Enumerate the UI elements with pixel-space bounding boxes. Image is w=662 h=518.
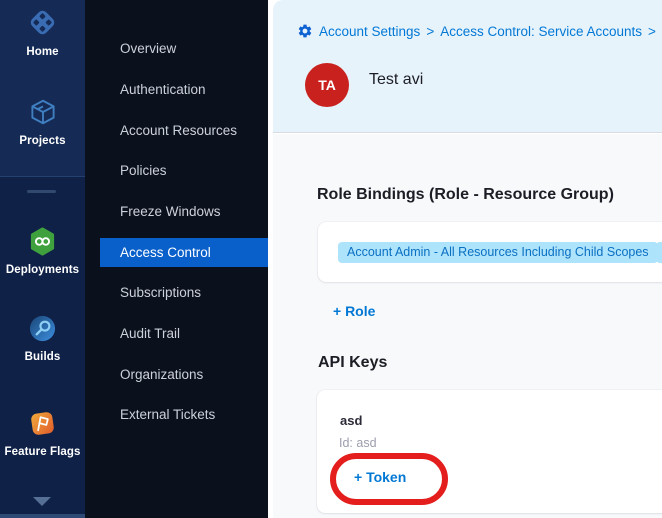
builds-magnifier-icon [28,314,57,348]
sidebar-item-organizations[interactable]: Organizations [85,360,268,389]
sidebar-item-deployments[interactable]: Deployments [0,227,85,276]
role-binding-chip-overflow[interactable] [656,242,662,263]
sidebar-item-label: Home [0,46,85,58]
sidebar-bottom-accent [0,514,85,518]
page-header: Account Settings > Access Control: Servi… [273,0,662,133]
sidebar-item-audit-trail[interactable]: Audit Trail [85,319,268,348]
api-key-name: asd [340,413,362,428]
sidebar-item-builds[interactable]: Builds [0,314,85,363]
sidebar-item-overview[interactable]: Overview [85,34,268,63]
add-token-button[interactable]: + Token [354,469,406,485]
breadcrumb-separator: > [426,24,434,39]
breadcrumb-access-control-service-accounts[interactable]: Access Control: Service Accounts [440,24,642,39]
sidebar-item-label: Feature Flags [0,446,85,458]
harness-home-icon [27,7,58,43]
api-key-id: Id: asd [339,436,377,450]
api-key-card: asd Id: asd + Token [317,390,662,513]
deployments-infinity-icon [28,227,57,261]
module-sidebar: Home Projects Deplo [0,0,85,518]
sidebar-item-subscriptions[interactable]: Subscriptions [85,278,268,307]
gear-icon [297,23,313,39]
breadcrumb: Account Settings > Access Control: Servi… [297,23,656,39]
feature-flag-icon [28,409,57,443]
sidebar-item-projects[interactable]: Projects [0,97,85,147]
sidebar-divider [27,190,56,193]
sidebar-item-external-tickets[interactable]: External Tickets [85,400,268,429]
sidebar-item-account-resources[interactable]: Account Resources [85,116,268,145]
sidebar-item-label: Builds [0,351,85,363]
add-role-button[interactable]: + Role [333,303,375,319]
breadcrumb-account-settings[interactable]: Account Settings [319,24,420,39]
chevron-down-icon[interactable] [33,497,51,506]
sidebar-item-feature-flags[interactable]: Feature Flags [0,409,85,458]
main-content: Account Settings > Access Control: Servi… [268,0,662,518]
sidebar-item-freeze-windows[interactable]: Freeze Windows [85,197,268,226]
main-body: Role Bindings (Role - Resource Group) Ac… [273,134,662,518]
api-keys-heading: API Keys [318,354,387,372]
role-binding-chip[interactable]: Account Admin - All Resources Including … [338,242,658,263]
settings-sidebar: Overview Authentication Account Resource… [85,0,268,518]
role-bindings-card: Account Admin - All Resources Including … [318,222,662,282]
sidebar-item-label: Deployments [0,264,85,276]
harness-account-settings-page: Home Projects Deplo [0,0,662,518]
breadcrumb-separator: > [648,24,656,39]
role-bindings-heading: Role Bindings (Role - Resource Group) [317,186,614,204]
sidebar-item-access-control[interactable]: Access Control [100,238,268,267]
sidebar-item-authentication[interactable]: Authentication [85,75,268,104]
avatar: TA [305,63,349,107]
sidebar-item-policies[interactable]: Policies [85,156,268,185]
page-title: Test avi [369,71,423,89]
sidebar-item-label: Projects [0,135,85,147]
cube-icon [28,97,58,132]
sidebar-item-home[interactable]: Home [0,7,85,58]
